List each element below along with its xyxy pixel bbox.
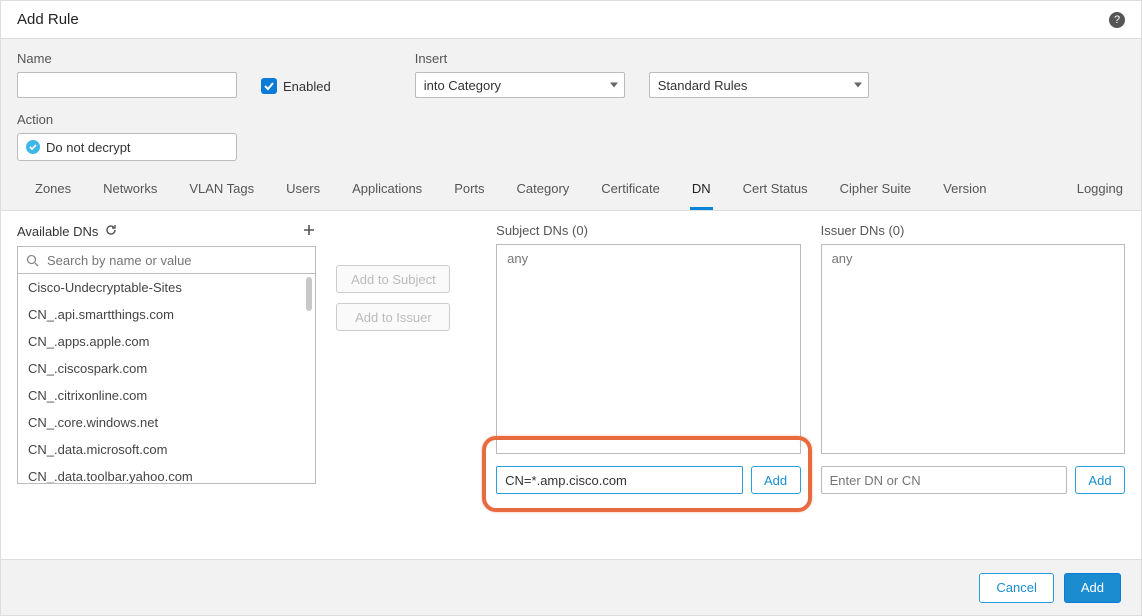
help-icon[interactable]: ? <box>1109 12 1125 28</box>
action-select[interactable]: Do not decrypt <box>17 133 237 161</box>
tab-version[interactable]: Version <box>927 171 1002 210</box>
tab-ports[interactable]: Ports <box>438 171 500 210</box>
tab-cert-status[interactable]: Cert Status <box>727 171 824 210</box>
issuer-add-button[interactable]: Add <box>1075 466 1125 494</box>
tab-dn[interactable]: DN <box>676 171 727 210</box>
available-dns-label: Available DNs <box>17 224 98 239</box>
subject-any-text: any <box>507 251 528 266</box>
subject-dns-box[interactable]: any <box>496 244 800 454</box>
issuer-cn-input[interactable] <box>821 466 1067 494</box>
list-item[interactable]: CN_.data.toolbar.yahoo.com <box>18 463 315 483</box>
list-item[interactable]: Cisco-Undecryptable-Sites <box>18 274 315 301</box>
list-item[interactable]: CN_.apps.apple.com <box>18 328 315 355</box>
list-item[interactable]: CN_.core.windows.net <box>18 409 315 436</box>
issuer-any-text: any <box>832 251 853 266</box>
dialog-title: Add Rule <box>17 11 79 28</box>
tab-certificate[interactable]: Certificate <box>585 171 676 210</box>
refresh-icon[interactable] <box>104 223 118 240</box>
search-box[interactable] <box>17 246 316 274</box>
list-item[interactable]: CN_.ciscospark.com <box>18 355 315 382</box>
add-to-issuer-button[interactable]: Add to Issuer <box>336 303 450 331</box>
cancel-button[interactable]: Cancel <box>979 573 1053 603</box>
list-item[interactable]: CN_.api.smartthings.com <box>18 301 315 328</box>
search-icon <box>26 254 39 267</box>
add-to-subject-button[interactable]: Add to Subject <box>336 265 450 293</box>
rule-group-select[interactable]: Standard Rules <box>649 72 869 98</box>
available-dn-list[interactable]: Cisco-Undecryptable-Sites CN_.api.smartt… <box>18 274 315 483</box>
tab-applications[interactable]: Applications <box>336 171 438 210</box>
checkmark-icon <box>263 80 275 92</box>
tab-cipher-suite[interactable]: Cipher Suite <box>824 171 928 210</box>
issuer-dns-label: Issuer DNs (0) <box>821 223 1125 238</box>
do-not-decrypt-icon <box>26 140 40 154</box>
subject-dns-label: Subject DNs (0) <box>496 223 800 238</box>
name-label: Name <box>17 51 237 66</box>
list-item[interactable]: CN_.data.microsoft.com <box>18 436 315 463</box>
tab-logging[interactable]: Logging <box>1061 171 1125 210</box>
action-label: Action <box>17 112 237 127</box>
caret-down-icon <box>610 83 618 88</box>
tab-users[interactable]: Users <box>270 171 336 210</box>
add-dn-icon[interactable] <box>302 223 316 240</box>
tab-networks[interactable]: Networks <box>87 171 173 210</box>
enabled-label: Enabled <box>283 79 331 94</box>
subject-cn-input[interactable] <box>496 466 742 494</box>
tab-vlan-tags[interactable]: VLAN Tags <box>173 171 270 210</box>
issuer-dns-box[interactable]: any <box>821 244 1125 454</box>
tab-zones[interactable]: Zones <box>19 171 87 210</box>
name-input[interactable] <box>17 72 237 98</box>
tab-category[interactable]: Category <box>501 171 586 210</box>
insert-select[interactable]: into Category <box>415 72 625 98</box>
add-rule-button[interactable]: Add <box>1064 573 1121 603</box>
insert-label: Insert <box>415 51 625 66</box>
subject-add-button[interactable]: Add <box>751 466 801 494</box>
search-input[interactable] <box>45 252 307 269</box>
caret-down-icon <box>854 83 862 88</box>
enabled-checkbox[interactable] <box>261 78 277 94</box>
scrollbar-thumb[interactable] <box>306 277 312 311</box>
list-item[interactable]: CN_.citrixonline.com <box>18 382 315 409</box>
